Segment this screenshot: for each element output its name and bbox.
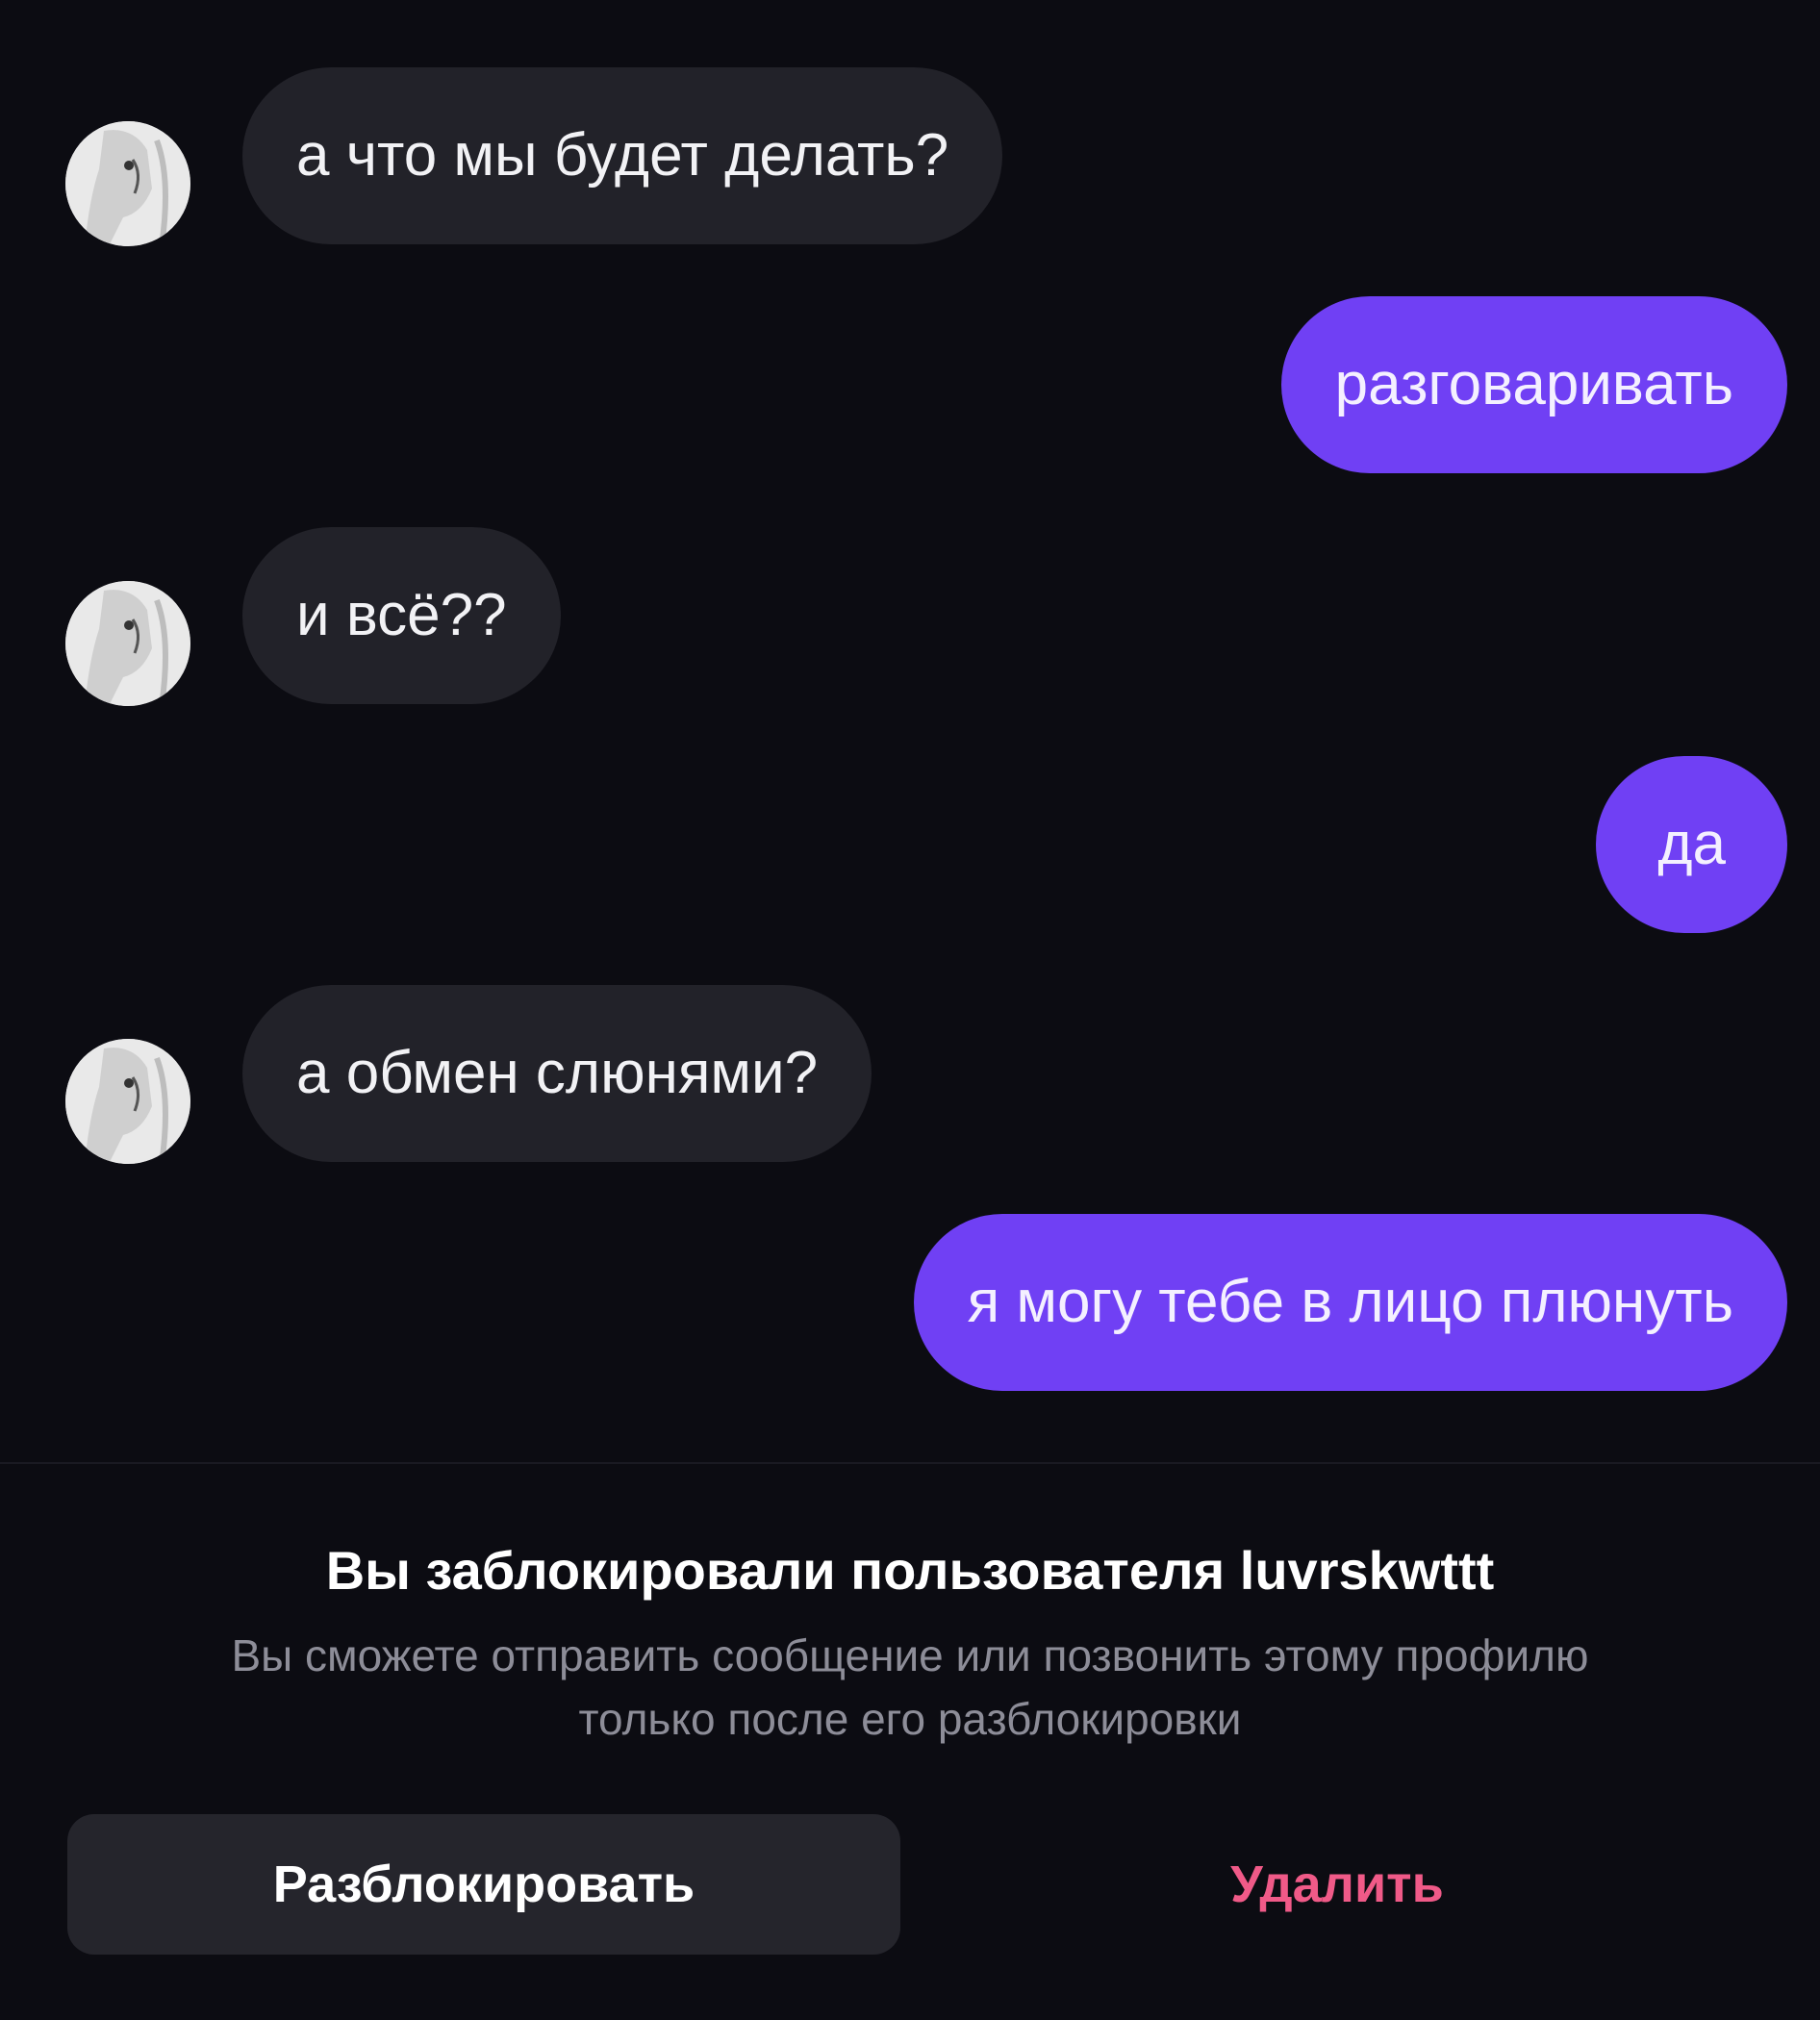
message-bubble-incoming[interactable]: а что мы будет делать? xyxy=(242,67,1003,244)
delete-button[interactable]: Удалить xyxy=(962,1814,1712,1955)
message-row-outgoing: я могу тебе в лицо плюнуть xyxy=(0,1214,1820,1391)
contact-avatar[interactable] xyxy=(65,1039,190,1164)
message-thread: а что мы будет делать? разговаривать и в… xyxy=(0,0,1820,1462)
blocked-description: Вы сможете отправить сообщение или позво… xyxy=(231,1630,1589,1744)
contact-avatar[interactable] xyxy=(65,121,190,246)
message-bubble-outgoing[interactable]: я могу тебе в лицо плюнуть xyxy=(913,1214,1787,1391)
blocked-title: Вы заблокировали пользователя luvrskwttt xyxy=(325,1540,1495,1601)
message-row-incoming: а обмен слюнями? xyxy=(0,985,1820,1164)
message-bubble-outgoing[interactable]: разговаривать xyxy=(1280,296,1787,473)
message-bubble-incoming[interactable]: и всё?? xyxy=(242,527,561,704)
avatar-photo-icon xyxy=(65,581,190,706)
avatar-photo-icon xyxy=(65,1039,190,1164)
message-bubble-outgoing[interactable]: да xyxy=(1596,756,1787,933)
message-row-outgoing: да xyxy=(0,756,1820,933)
avatar-photo-icon xyxy=(65,121,190,246)
contact-avatar[interactable] xyxy=(65,581,190,706)
message-row-incoming: и всё?? xyxy=(0,527,1820,706)
message-row-incoming: а что мы будет делать? xyxy=(0,67,1820,246)
blocked-user-panel: Вы заблокировали пользователя luvrskwttt… xyxy=(0,1464,1820,2020)
message-bubble-incoming[interactable]: а обмен слюнями? xyxy=(242,985,872,1162)
unblock-button[interactable]: Разблокировать xyxy=(67,1814,900,1955)
message-row-outgoing: разговаривать xyxy=(0,296,1820,473)
